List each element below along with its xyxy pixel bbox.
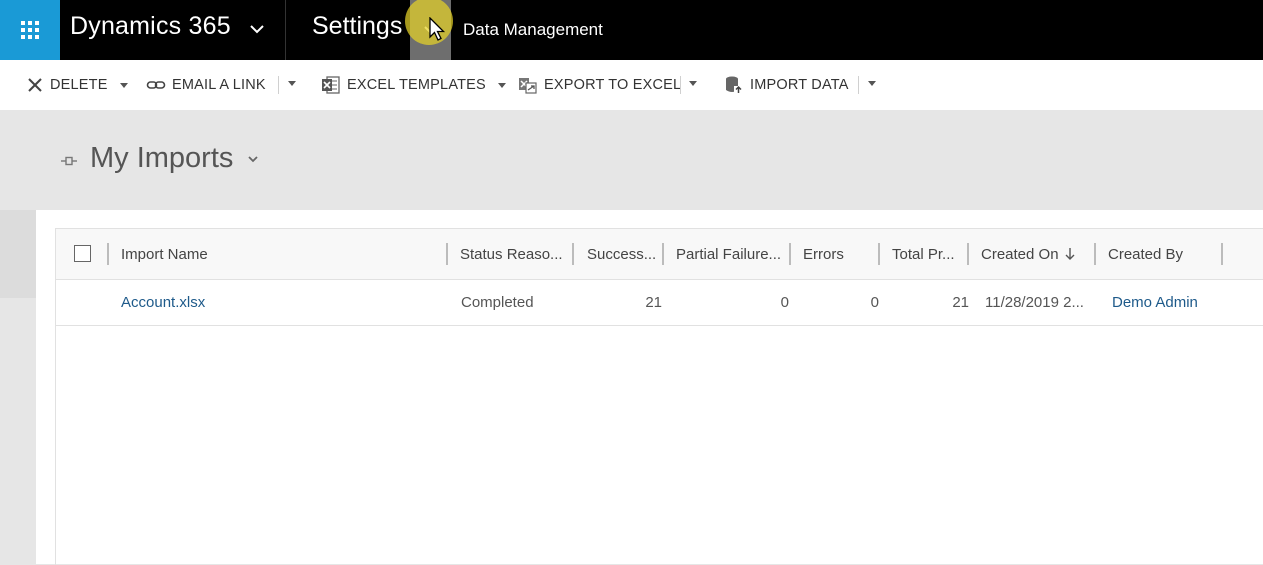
split-separator bbox=[680, 76, 681, 94]
caret-down-icon bbox=[119, 82, 128, 88]
view-selector-chevron-icon[interactable] bbox=[247, 154, 259, 164]
export-dropdown-icon[interactable] bbox=[689, 81, 697, 86]
excel-icon bbox=[322, 76, 340, 94]
column-header-partial-failures[interactable]: Partial Failure... bbox=[676, 229, 781, 279]
import-name-link[interactable]: Account.xlsx bbox=[121, 280, 205, 325]
chevron-down-icon[interactable] bbox=[248, 20, 266, 38]
successes-cell: 21 bbox=[645, 294, 662, 311]
export-excel-icon bbox=[519, 78, 537, 94]
column-header-total-processed[interactable]: Total Pr... bbox=[892, 229, 955, 279]
app-title[interactable]: Dynamics 365 bbox=[70, 12, 231, 41]
column-separator[interactable] bbox=[789, 243, 791, 265]
column-header-successes[interactable]: Success... bbox=[587, 229, 656, 279]
import-data-button[interactable]: IMPORT DATA bbox=[724, 60, 849, 110]
partial-failures-cell: 0 bbox=[780, 294, 789, 311]
column-separator[interactable] bbox=[1221, 243, 1223, 265]
email-link-label: EMAIL A LINK bbox=[172, 77, 266, 93]
column-header-import-name[interactable]: Import Name bbox=[121, 229, 208, 279]
view-title[interactable]: My Imports bbox=[90, 142, 233, 175]
left-gutter bbox=[0, 210, 36, 298]
link-icon bbox=[146, 81, 166, 89]
email-link-button[interactable]: EMAIL A LINK bbox=[146, 60, 266, 110]
command-bar: DELETE EMAIL A LINK EXCEL TEMPLATES EXPO… bbox=[0, 60, 1263, 110]
import-database-icon bbox=[726, 76, 743, 94]
top-nav-bar: Dynamics 365 Settings Data Management bbox=[0, 0, 1263, 60]
waffle-icon bbox=[21, 21, 39, 39]
column-separator[interactable] bbox=[572, 243, 574, 265]
column-separator[interactable] bbox=[107, 243, 109, 265]
caret-down-icon bbox=[497, 82, 506, 88]
column-header-created-on-label: Created On bbox=[981, 245, 1059, 263]
view-header: My Imports bbox=[0, 110, 1263, 210]
table-row[interactable]: Account.xlsx Completed 21 0 0 21 11/28/2… bbox=[56, 280, 1263, 326]
nav-divider bbox=[285, 0, 286, 60]
grid-header-row: Import Name Status Reaso... Success... P… bbox=[56, 229, 1263, 280]
select-all-checkbox[interactable] bbox=[74, 245, 91, 262]
column-separator[interactable] bbox=[878, 243, 880, 265]
status-reason-cell: Completed bbox=[461, 294, 534, 311]
area-title[interactable]: Settings bbox=[312, 12, 402, 41]
column-separator[interactable] bbox=[1094, 243, 1096, 265]
sort-descending-icon bbox=[1065, 248, 1075, 260]
column-separator[interactable] bbox=[967, 243, 969, 265]
export-to-excel-button[interactable]: EXPORT TO EXCEL bbox=[518, 60, 681, 110]
excel-templates-label: EXCEL TEMPLATES bbox=[347, 77, 486, 93]
delete-button[interactable]: DELETE bbox=[26, 60, 128, 110]
created-by-link[interactable]: Demo Admin bbox=[1112, 280, 1198, 325]
delete-x-icon bbox=[28, 78, 42, 92]
column-header-created-by[interactable]: Created By bbox=[1108, 229, 1183, 279]
split-separator bbox=[858, 76, 859, 94]
export-to-excel-label: EXPORT TO EXCEL bbox=[544, 77, 682, 93]
mouse-cursor-icon bbox=[429, 17, 446, 41]
app-launcher-button[interactable] bbox=[0, 0, 60, 60]
split-separator bbox=[278, 76, 279, 94]
created-on-cell: 11/28/2019 2... bbox=[985, 294, 1084, 311]
column-header-errors[interactable]: Errors bbox=[803, 229, 844, 279]
delete-label: DELETE bbox=[50, 77, 108, 93]
import-dropdown-icon[interactable] bbox=[868, 81, 876, 86]
column-separator[interactable] bbox=[446, 243, 448, 265]
pin-icon[interactable] bbox=[60, 152, 78, 170]
errors-cell: 0 bbox=[870, 294, 879, 311]
column-header-created-on[interactable]: Created On bbox=[981, 229, 1076, 279]
column-separator[interactable] bbox=[662, 243, 664, 265]
excel-templates-button[interactable]: EXCEL TEMPLATES bbox=[321, 60, 506, 110]
column-header-status-reason[interactable]: Status Reaso... bbox=[460, 229, 563, 279]
breadcrumb[interactable]: Data Management bbox=[463, 20, 603, 40]
import-data-label: IMPORT DATA bbox=[750, 77, 849, 93]
records-grid: Import Name Status Reaso... Success... P… bbox=[55, 228, 1263, 565]
total-processed-cell: 21 bbox=[952, 294, 969, 311]
email-link-dropdown-icon[interactable] bbox=[288, 81, 296, 86]
